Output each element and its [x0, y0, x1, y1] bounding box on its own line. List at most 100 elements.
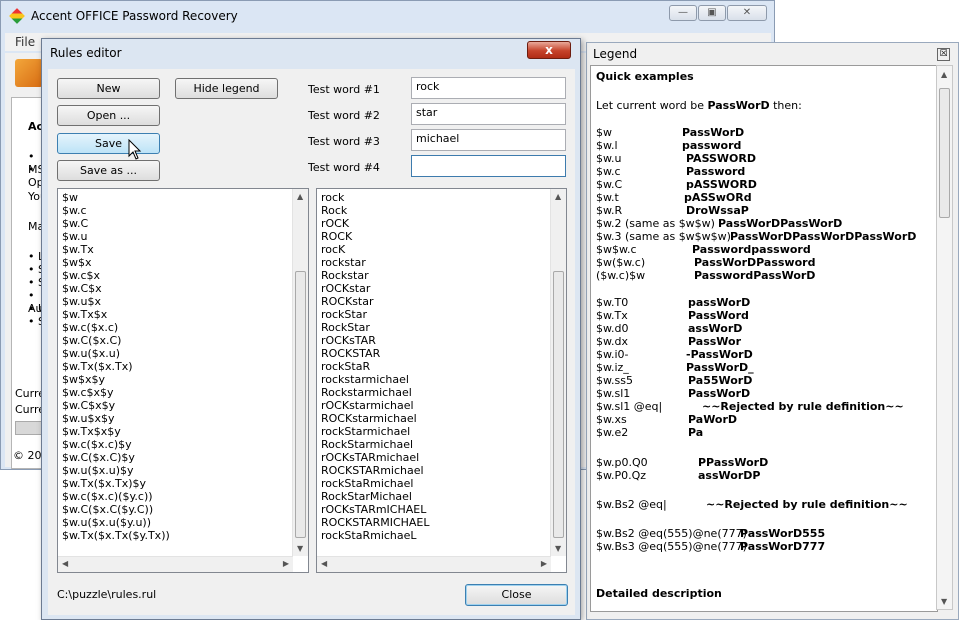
list-item[interactable]: $w.c($x.c)($y.c)) [62, 490, 170, 503]
intro-text: then: [769, 99, 802, 112]
scroll-right-icon[interactable]: ▶ [541, 559, 547, 568]
legend-rule: $w.e2 [596, 426, 629, 439]
list-item[interactable]: $w.u($x.u)$y [62, 464, 170, 477]
list-item[interactable]: $w.C($x.C) [62, 334, 170, 347]
rules-list[interactable]: $w $w.c $w.C $w.u $w.Tx $w$x $w.c$x $w.C$x $w.u$… [57, 188, 309, 573]
toolbar-icon[interactable] [15, 59, 43, 87]
list-item[interactable]: ROCK [321, 230, 430, 243]
list-item[interactable]: RockStar [321, 321, 430, 334]
list-item[interactable]: rockStaRmichaeL [321, 529, 430, 542]
list-item[interactable]: $w.u [62, 230, 170, 243]
list-item[interactable]: $w.Tx [62, 243, 170, 256]
results-hscrollbar[interactable]: ◀ ▶ [317, 556, 551, 572]
list-item[interactable]: rockstar [321, 256, 430, 269]
list-item[interactable]: $w.C [62, 217, 170, 230]
list-item[interactable]: RockStarMichael [321, 490, 430, 503]
list-item[interactable]: $w.c($x.c)$y [62, 438, 170, 451]
save-as-button[interactable]: Save as ... [57, 160, 160, 181]
list-item[interactable]: rockStaRmichael [321, 477, 430, 490]
list-item[interactable]: rockStar [321, 308, 430, 321]
rules-hscrollbar[interactable]: ◀ ▶ [58, 556, 293, 572]
list-item[interactable]: $w.Tx($x.Tx)$y [62, 477, 170, 490]
list-item[interactable]: RockStarmichael [321, 438, 430, 451]
list-item[interactable]: $w.u$x$y [62, 412, 170, 425]
test-word-3-input[interactable]: michael [411, 129, 566, 151]
list-item[interactable]: $w [62, 191, 170, 204]
mouse-cursor-icon [128, 139, 142, 160]
legend-rule: $w.3 (same as $w$w$w) [596, 230, 731, 243]
list-item[interactable]: $w.C($x.C)$y [62, 451, 170, 464]
results-list[interactable]: rock Rock rOCK ROCK rocK rockstar Rockstar rOCK… [316, 188, 567, 573]
legend-scroll-thumb[interactable] [939, 88, 950, 218]
list-item[interactable]: ROCKstar [321, 295, 430, 308]
list-item[interactable]: $w.c$x [62, 269, 170, 282]
list-item[interactable]: rOCK [321, 217, 430, 230]
scroll-left-icon[interactable]: ◀ [62, 559, 68, 568]
list-item[interactable]: rockStarmichael [321, 425, 430, 438]
list-item[interactable]: Rock [321, 204, 430, 217]
list-item[interactable]: $w.C$x [62, 282, 170, 295]
list-item[interactable]: rOCKsTARmICHAEL [321, 503, 430, 516]
list-item[interactable]: $w.Tx($x.Tx) [62, 360, 170, 373]
list-item[interactable]: $w.C($x.C($y.C)) [62, 503, 170, 516]
scroll-up-icon[interactable]: ▲ [941, 70, 947, 79]
main-close-button[interactable]: ✕ [727, 5, 767, 21]
list-item[interactable]: rOCKsTAR [321, 334, 430, 347]
list-item[interactable]: $w.u($x.u($y.u)) [62, 516, 170, 529]
list-item[interactable]: rockStaR [321, 360, 430, 373]
list-item[interactable]: rock [321, 191, 430, 204]
new-button[interactable]: New [57, 78, 160, 99]
list-item[interactable]: $w$x [62, 256, 170, 269]
test-word-2-input[interactable]: star [411, 103, 566, 125]
list-item[interactable]: ROCKSTAR [321, 347, 430, 360]
rules-vscrollbar[interactable]: ▲ ▼ [292, 189, 308, 556]
rules-scroll-thumb[interactable] [295, 271, 306, 538]
legend-close-button[interactable]: ☒ [937, 48, 950, 61]
list-item[interactable]: $w.c($x.c) [62, 321, 170, 334]
list-item[interactable]: ROCKSTARMICHAEL [321, 516, 430, 529]
list-item[interactable]: rOCKsTARmichael [321, 451, 430, 464]
scroll-down-icon[interactable]: ▼ [941, 597, 947, 606]
list-item[interactable]: $w.Tx$x [62, 308, 170, 321]
legend-rule: $w.Bs2 @eq| [596, 498, 667, 511]
test-word-4-input[interactable] [411, 155, 566, 177]
list-item[interactable]: ROCKSTARmichael [321, 464, 430, 477]
list-item[interactable]: $w$x$y [62, 373, 170, 386]
open-button[interactable]: Open ... [57, 105, 160, 126]
list-item[interactable]: $w.c [62, 204, 170, 217]
scroll-up-icon[interactable]: ▲ [555, 192, 561, 201]
results-vscrollbar[interactable]: ▲ ▼ [550, 189, 566, 556]
hide-legend-button[interactable]: Hide legend [175, 78, 278, 99]
list-item[interactable]: Rockstar [321, 269, 430, 282]
scroll-down-icon[interactable]: ▼ [555, 544, 561, 553]
test-word-1-input[interactable]: rock [411, 77, 566, 99]
list-item[interactable]: $w.u($x.u) [62, 347, 170, 360]
list-item[interactable]: rockstarmichael [321, 373, 430, 386]
close-button[interactable]: Close [465, 584, 568, 606]
scroll-right-icon[interactable]: ▶ [283, 559, 289, 568]
list-item[interactable]: rOCKstarmichael [321, 399, 430, 412]
list-item[interactable]: rocK [321, 243, 430, 256]
list-item[interactable]: $w.C$x$y [62, 399, 170, 412]
list-item[interactable]: Rockstarmichael [321, 386, 430, 399]
list-item[interactable]: $w.u$x [62, 295, 170, 308]
legend-intro: Let current word be PassWorD then: [596, 99, 802, 112]
results-scroll-thumb[interactable] [553, 271, 564, 538]
list-item[interactable]: $w.Tx$x$y [62, 425, 170, 438]
save-button[interactable]: Save [57, 133, 160, 154]
list-item[interactable]: rOCKstar [321, 282, 430, 295]
list-item[interactable]: ROCKstarmichael [321, 412, 430, 425]
restore-button[interactable]: ▣ [698, 5, 726, 21]
legend-rule: $w.Bs2 @eq(555)@ne(777) [596, 527, 747, 540]
menu-file[interactable]: File [15, 35, 35, 49]
legend-scrollbar[interactable]: ▲ ▼ [936, 65, 953, 610]
scroll-left-icon[interactable]: ◀ [321, 559, 327, 568]
legend-rule: $w.T0 [596, 296, 629, 309]
rules-editor-close-icon[interactable]: x [527, 41, 571, 59]
minimize-button[interactable]: — [669, 5, 697, 21]
app-logo-icon [9, 8, 25, 24]
scroll-up-icon[interactable]: ▲ [297, 192, 303, 201]
list-item[interactable]: $w.Tx($x.Tx($y.Tx)) [62, 529, 170, 542]
scroll-down-icon[interactable]: ▼ [297, 544, 303, 553]
list-item[interactable]: $w.c$x$y [62, 386, 170, 399]
